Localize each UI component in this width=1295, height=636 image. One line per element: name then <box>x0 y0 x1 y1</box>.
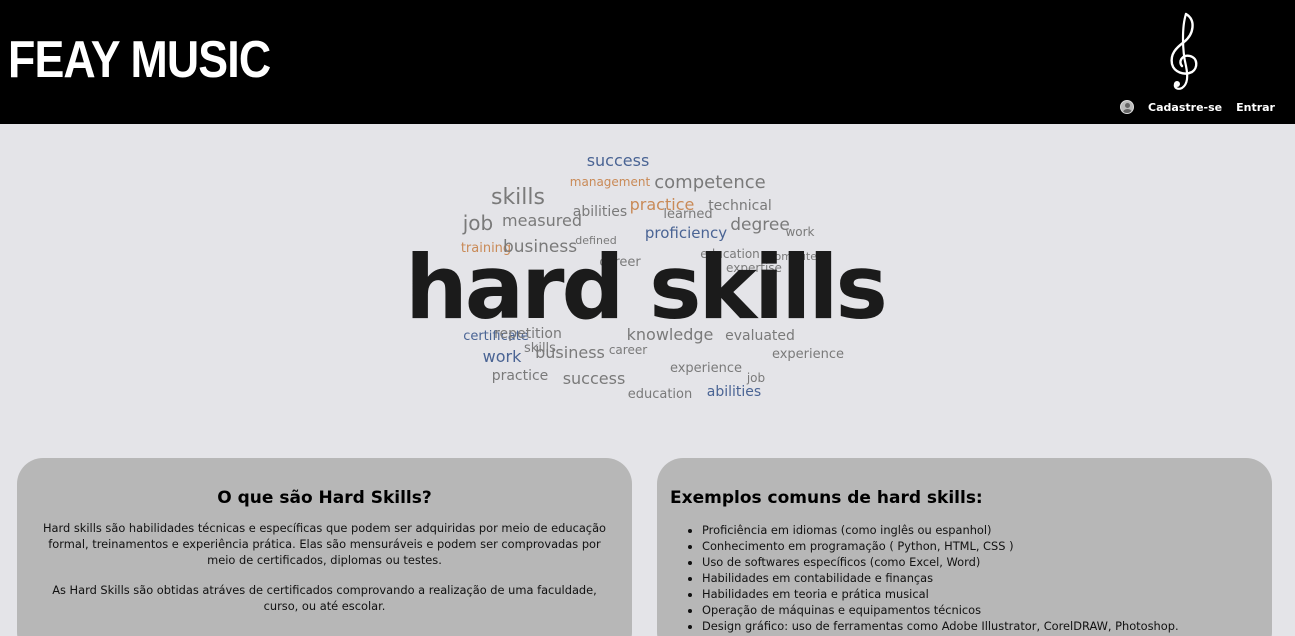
treble-clef-icon <box>1170 12 1198 90</box>
cloud-word: business <box>535 343 605 362</box>
cloud-word: success <box>587 151 650 170</box>
cloud-word: work <box>483 347 522 366</box>
signup-link[interactable]: Cadastre-se <box>1148 101 1222 114</box>
auth-links: Cadastre-se Entrar <box>1120 100 1275 114</box>
card-left-paragraph: As Hard Skills são obtidas atráves de ce… <box>52 583 597 613</box>
cloud-word: job <box>746 371 765 385</box>
cloud-word: career <box>609 343 647 357</box>
cloud-word: competence <box>654 172 765 193</box>
hero-title: hard skills <box>405 236 885 339</box>
list-item: Operação de máquinas e equipamentos técn… <box>702 602 1272 618</box>
cloud-word: education <box>628 387 693 402</box>
cloud-word: management <box>570 175 651 189</box>
site-header: FEAY MUSIC Cadastre-se Entrar <box>0 0 1295 124</box>
list-item: Design gráfico: uso de ferramentas como … <box>702 618 1272 634</box>
list-item: Uso de softwares específicos (como Excel… <box>702 554 1272 570</box>
hard-skills-word-cloud: successmanagement competenceskillsjob meas… <box>405 151 888 402</box>
cloud-word: abilities <box>707 384 761 400</box>
cloud-word: job <box>462 211 494 235</box>
card-left-title: O que são Hard Skills? <box>217 488 432 508</box>
list-item: Conhecimento em programação ( Python, HT… <box>702 538 1272 554</box>
cloud-word: technical <box>708 198 772 214</box>
login-link[interactable]: Entrar <box>1236 101 1275 114</box>
cloud-word: abilities <box>573 204 627 220</box>
list-item: Habilidades em teoria e prática musical <box>702 586 1272 602</box>
brand-logo[interactable]: FEAY MUSIC <box>8 30 271 90</box>
cloud-word: experience <box>772 347 844 362</box>
examples-list: Proficiência em idiomas (como inglês ou … <box>702 522 1272 634</box>
cloud-word: practice <box>492 368 549 384</box>
cloud-word: measured <box>502 211 582 230</box>
cloud-word: success <box>563 369 626 388</box>
cloud-word: degree <box>730 215 790 235</box>
list-item: Proficiência em idiomas (como inglês ou … <box>702 522 1272 538</box>
card-right-title: Exemplos comuns de hard skills: <box>670 488 983 508</box>
cloud-word: skills <box>491 185 545 210</box>
user-avatar-icon[interactable] <box>1120 100 1135 114</box>
card-hard-skills-examples: Exemplos comuns de hard skills: Proficiê… <box>657 458 1272 636</box>
cloud-word: learned <box>663 207 712 222</box>
list-item: Habilidades em contabilidade e finanças <box>702 570 1272 586</box>
card-what-are-hard-skills: O que são Hard Skills? Hard skills são h… <box>17 458 632 636</box>
cloud-word: experience <box>670 361 742 376</box>
card-left-paragraph: Hard skills são habilidades técnicas e e… <box>42 521 607 567</box>
